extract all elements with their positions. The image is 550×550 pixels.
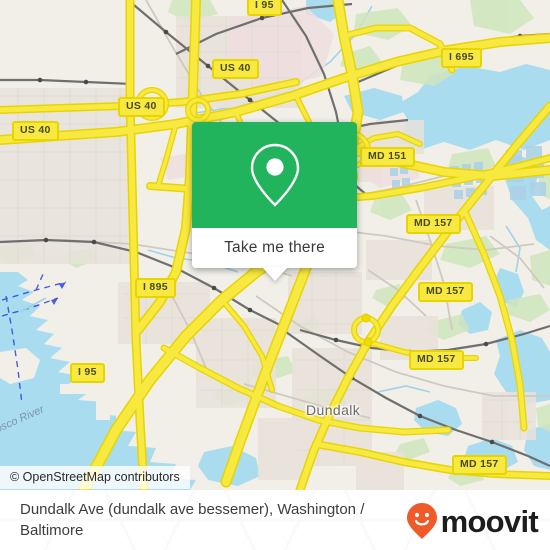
- moovit-map-screenshot: Dundalk osco River I 95 I 695 US 40 US 4…: [0, 0, 550, 550]
- popup-action-bar[interactable]: Take me there: [192, 228, 357, 281]
- road-shield[interactable]: US 40: [118, 97, 165, 117]
- map-canvas[interactable]: Dundalk osco River I 95 I 695 US 40 US 4…: [0, 0, 550, 490]
- map-pin-icon: [250, 143, 299, 207]
- popup-action-label: Take me there: [224, 239, 325, 256]
- road-shield[interactable]: US 40: [212, 59, 259, 79]
- place-label-dundalk: Dundalk: [306, 402, 361, 418]
- road-shield[interactable]: MD 157: [418, 282, 473, 302]
- road-shield[interactable]: MD 157: [452, 455, 507, 475]
- moovit-pin-icon: [406, 503, 437, 539]
- road-shield[interactable]: US 40: [12, 121, 59, 141]
- osm-attribution[interactable]: © OpenStreetMap contributors: [0, 466, 190, 489]
- road-shield[interactable]: I 895: [135, 278, 176, 298]
- road-shield[interactable]: MD 157: [409, 350, 464, 370]
- popup-icon-panel: [192, 122, 357, 228]
- road-shield[interactable]: I 95: [70, 363, 105, 383]
- road-shield[interactable]: MD 151: [360, 147, 415, 167]
- moovit-wordmark: moovit: [440, 503, 539, 539]
- road-shield[interactable]: MD 157: [406, 214, 461, 234]
- road-shield[interactable]: I 95: [247, 0, 282, 16]
- popup-pointer-tail: [261, 267, 288, 281]
- road-shield[interactable]: I 695: [441, 48, 482, 68]
- location-title: Dundalk Ave (dundalk ave bessemer), Wash…: [20, 501, 365, 539]
- moovit-logo[interactable]: moovit: [406, 502, 539, 540]
- map-popup-card[interactable]: Take me there: [192, 122, 357, 281]
